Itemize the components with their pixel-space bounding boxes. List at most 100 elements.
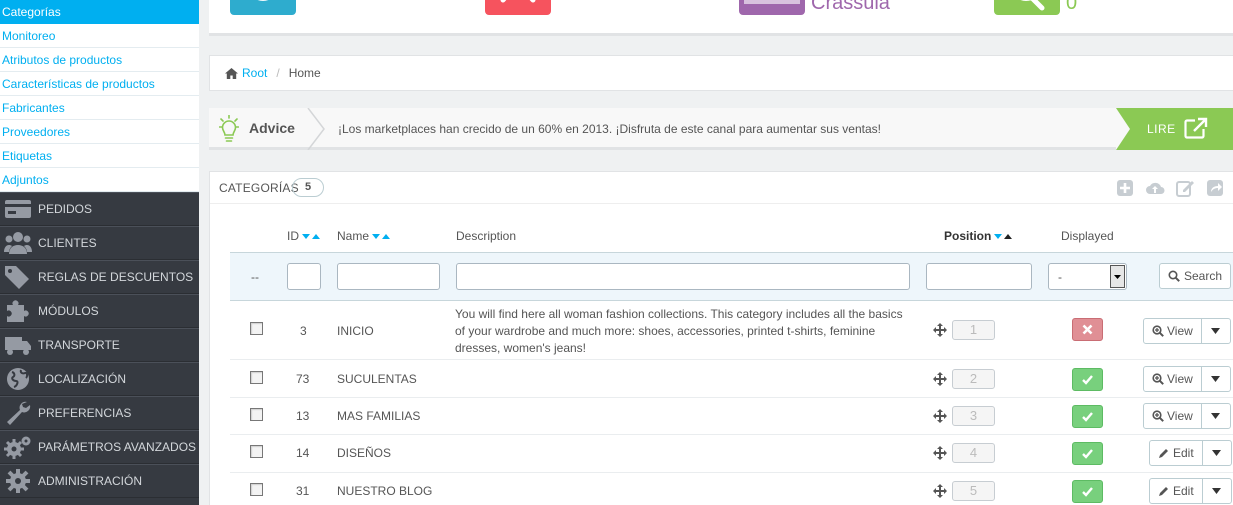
breadcrumb-current: Home bbox=[288, 66, 321, 80]
add-icon bbox=[1117, 180, 1133, 196]
row-actions-dropdown[interactable] bbox=[1203, 441, 1231, 465]
truck-icon bbox=[0, 328, 36, 362]
row-checkbox[interactable] bbox=[250, 483, 263, 496]
lire-notch bbox=[1116, 108, 1130, 150]
column-header-id[interactable]: ID bbox=[287, 229, 320, 243]
select-arrow[interactable] bbox=[1110, 265, 1125, 288]
view-button[interactable]: View bbox=[1144, 319, 1202, 343]
row-id: 14 bbox=[296, 446, 310, 460]
status-enabled-toggle[interactable] bbox=[1072, 442, 1103, 465]
kpi-blue-block bbox=[230, 0, 296, 15]
row-actions-dropdown[interactable] bbox=[1203, 479, 1231, 503]
row-checkbox[interactable] bbox=[250, 322, 263, 335]
menu-item-preferencias[interactable]: Preferencias bbox=[0, 396, 199, 430]
submenu-item-caracteristicas[interactable]: Características de productos bbox=[0, 72, 199, 96]
drag-handle-icon[interactable] bbox=[933, 372, 947, 386]
sort-arrows-icon[interactable] bbox=[372, 233, 391, 240]
breadcrumb-separator: / bbox=[276, 66, 280, 80]
menu-item-parametros-avanzados[interactable]: Parámetros avanzados bbox=[0, 430, 199, 464]
view-button[interactable]: View bbox=[1144, 404, 1202, 428]
submenu-item-adjuntos[interactable]: Adjuntos bbox=[0, 168, 199, 192]
view-button[interactable]: View bbox=[1144, 367, 1202, 391]
submenu-item-categorias[interactable]: Categorías bbox=[0, 0, 199, 24]
filter-name-input[interactable] bbox=[337, 263, 440, 290]
row-actions-dropdown[interactable] bbox=[1202, 367, 1230, 391]
drag-handle-icon[interactable] bbox=[933, 409, 947, 423]
sort-arrows-icon[interactable] bbox=[994, 233, 1013, 240]
breadcrumb: Root / Home bbox=[209, 55, 1233, 91]
menu-item-transporte[interactable]: Transporte bbox=[0, 328, 199, 362]
status-enabled-toggle[interactable] bbox=[1072, 480, 1103, 503]
filter-displayed-select[interactable]: - bbox=[1048, 263, 1127, 290]
menu-item-reglas-descuentos[interactable]: Reglas de descuentos bbox=[0, 260, 199, 294]
zoom-in-icon bbox=[1152, 410, 1164, 422]
row-actions-dropdown[interactable] bbox=[1202, 319, 1230, 343]
home-icon bbox=[225, 67, 238, 79]
search-icon bbox=[1168, 270, 1180, 282]
kpi-green-value: 0 bbox=[1066, 0, 1078, 14]
export-button[interactable] bbox=[1175, 178, 1195, 198]
row-checkbox[interactable] bbox=[250, 371, 263, 384]
table-row: 73 SUCULENTAS 2 View bbox=[230, 361, 1233, 398]
menu-item-clientes[interactable]: Clientes bbox=[0, 226, 199, 260]
kpi-purple-value: Crassula bbox=[811, 0, 890, 14]
table-row: 3 INICIO You will find here all woman fa… bbox=[230, 302, 1233, 360]
filter-row: -- - Search bbox=[230, 252, 1233, 301]
status-enabled-toggle[interactable] bbox=[1072, 405, 1103, 428]
advice-bar: Advice ¡Los marketplaces han crecido de … bbox=[209, 108, 1233, 150]
submenu-item-monitoreo[interactable]: Monitoreo bbox=[0, 24, 199, 48]
row-actions-dropdown[interactable] bbox=[1202, 404, 1230, 428]
add-new-button[interactable] bbox=[1115, 178, 1135, 198]
row-checkbox[interactable] bbox=[250, 445, 263, 458]
cogs-icon bbox=[0, 430, 36, 464]
column-header-description: Description bbox=[456, 229, 517, 243]
search-button[interactable]: Search bbox=[1159, 263, 1231, 289]
menu-item-pedidos[interactable]: Pedidos bbox=[0, 192, 199, 226]
edit-icon bbox=[1176, 181, 1194, 197]
drag-handle-icon[interactable] bbox=[933, 323, 947, 337]
zoom-in-icon bbox=[1152, 325, 1164, 337]
check-icon bbox=[1082, 487, 1093, 497]
edit-button[interactable]: Edit bbox=[1150, 441, 1203, 465]
status-enabled-toggle[interactable] bbox=[1072, 368, 1103, 391]
advice-separator-chevron bbox=[307, 108, 325, 150]
submenu-item-etiquetas[interactable]: Etiquetas bbox=[0, 144, 199, 168]
table-row: 13 MAS FAMILIAS 3 View bbox=[230, 399, 1233, 435]
advice-title: Advice bbox=[249, 120, 295, 136]
status-disabled-toggle[interactable] bbox=[1072, 318, 1103, 341]
table-row: 14 DISEÑOS 4 Edit bbox=[230, 436, 1233, 473]
users-icon bbox=[0, 226, 36, 260]
row-name: INICIO bbox=[337, 324, 374, 338]
filter-position-input[interactable] bbox=[926, 263, 1032, 290]
panel-heading: Categorías 5 bbox=[210, 172, 1233, 204]
submenu-item-atributos[interactable]: Atributos de productos bbox=[0, 48, 199, 72]
filter-id-input[interactable] bbox=[287, 263, 321, 290]
drag-handle-icon[interactable] bbox=[933, 446, 947, 460]
filter-description-input[interactable] bbox=[456, 263, 910, 290]
menu-item-administracion[interactable]: Administración bbox=[0, 464, 199, 498]
kpi-green-block bbox=[994, 0, 1060, 15]
check-icon bbox=[1082, 412, 1093, 422]
column-header-position[interactable]: Position bbox=[944, 229, 1013, 243]
lire-button[interactable]: LIRE bbox=[1116, 108, 1233, 150]
row-checkbox[interactable] bbox=[250, 408, 263, 421]
panel-title: Categorías bbox=[219, 181, 299, 195]
submenu-item-proveedores[interactable]: Proveedores bbox=[0, 120, 199, 144]
edit-button[interactable]: Edit bbox=[1150, 479, 1203, 503]
menu-item-modulos[interactable]: Módulos bbox=[0, 294, 199, 328]
drag-handle-icon[interactable] bbox=[933, 484, 947, 498]
menu-item-localizacion[interactable]: Localización bbox=[0, 362, 199, 396]
table-row: 31 NUESTRO BLOG 5 Edit bbox=[230, 474, 1233, 505]
pencil-icon bbox=[1159, 449, 1168, 458]
row-action-group: View bbox=[1143, 366, 1231, 392]
submenu-item-fabricantes[interactable]: Fabricantes bbox=[0, 96, 199, 120]
sort-arrows-icon[interactable] bbox=[302, 233, 320, 240]
column-header-name[interactable]: Name bbox=[337, 229, 391, 243]
breadcrumb-root-link[interactable]: Root bbox=[242, 66, 267, 80]
row-position: 4 bbox=[952, 443, 995, 463]
import-button[interactable] bbox=[1145, 178, 1165, 198]
catalog-submenu: Categorías Monitoreo Atributos de produc… bbox=[0, 0, 199, 192]
share-button[interactable] bbox=[1205, 178, 1225, 198]
row-id: 3 bbox=[300, 324, 307, 338]
globe-icon bbox=[0, 362, 36, 396]
